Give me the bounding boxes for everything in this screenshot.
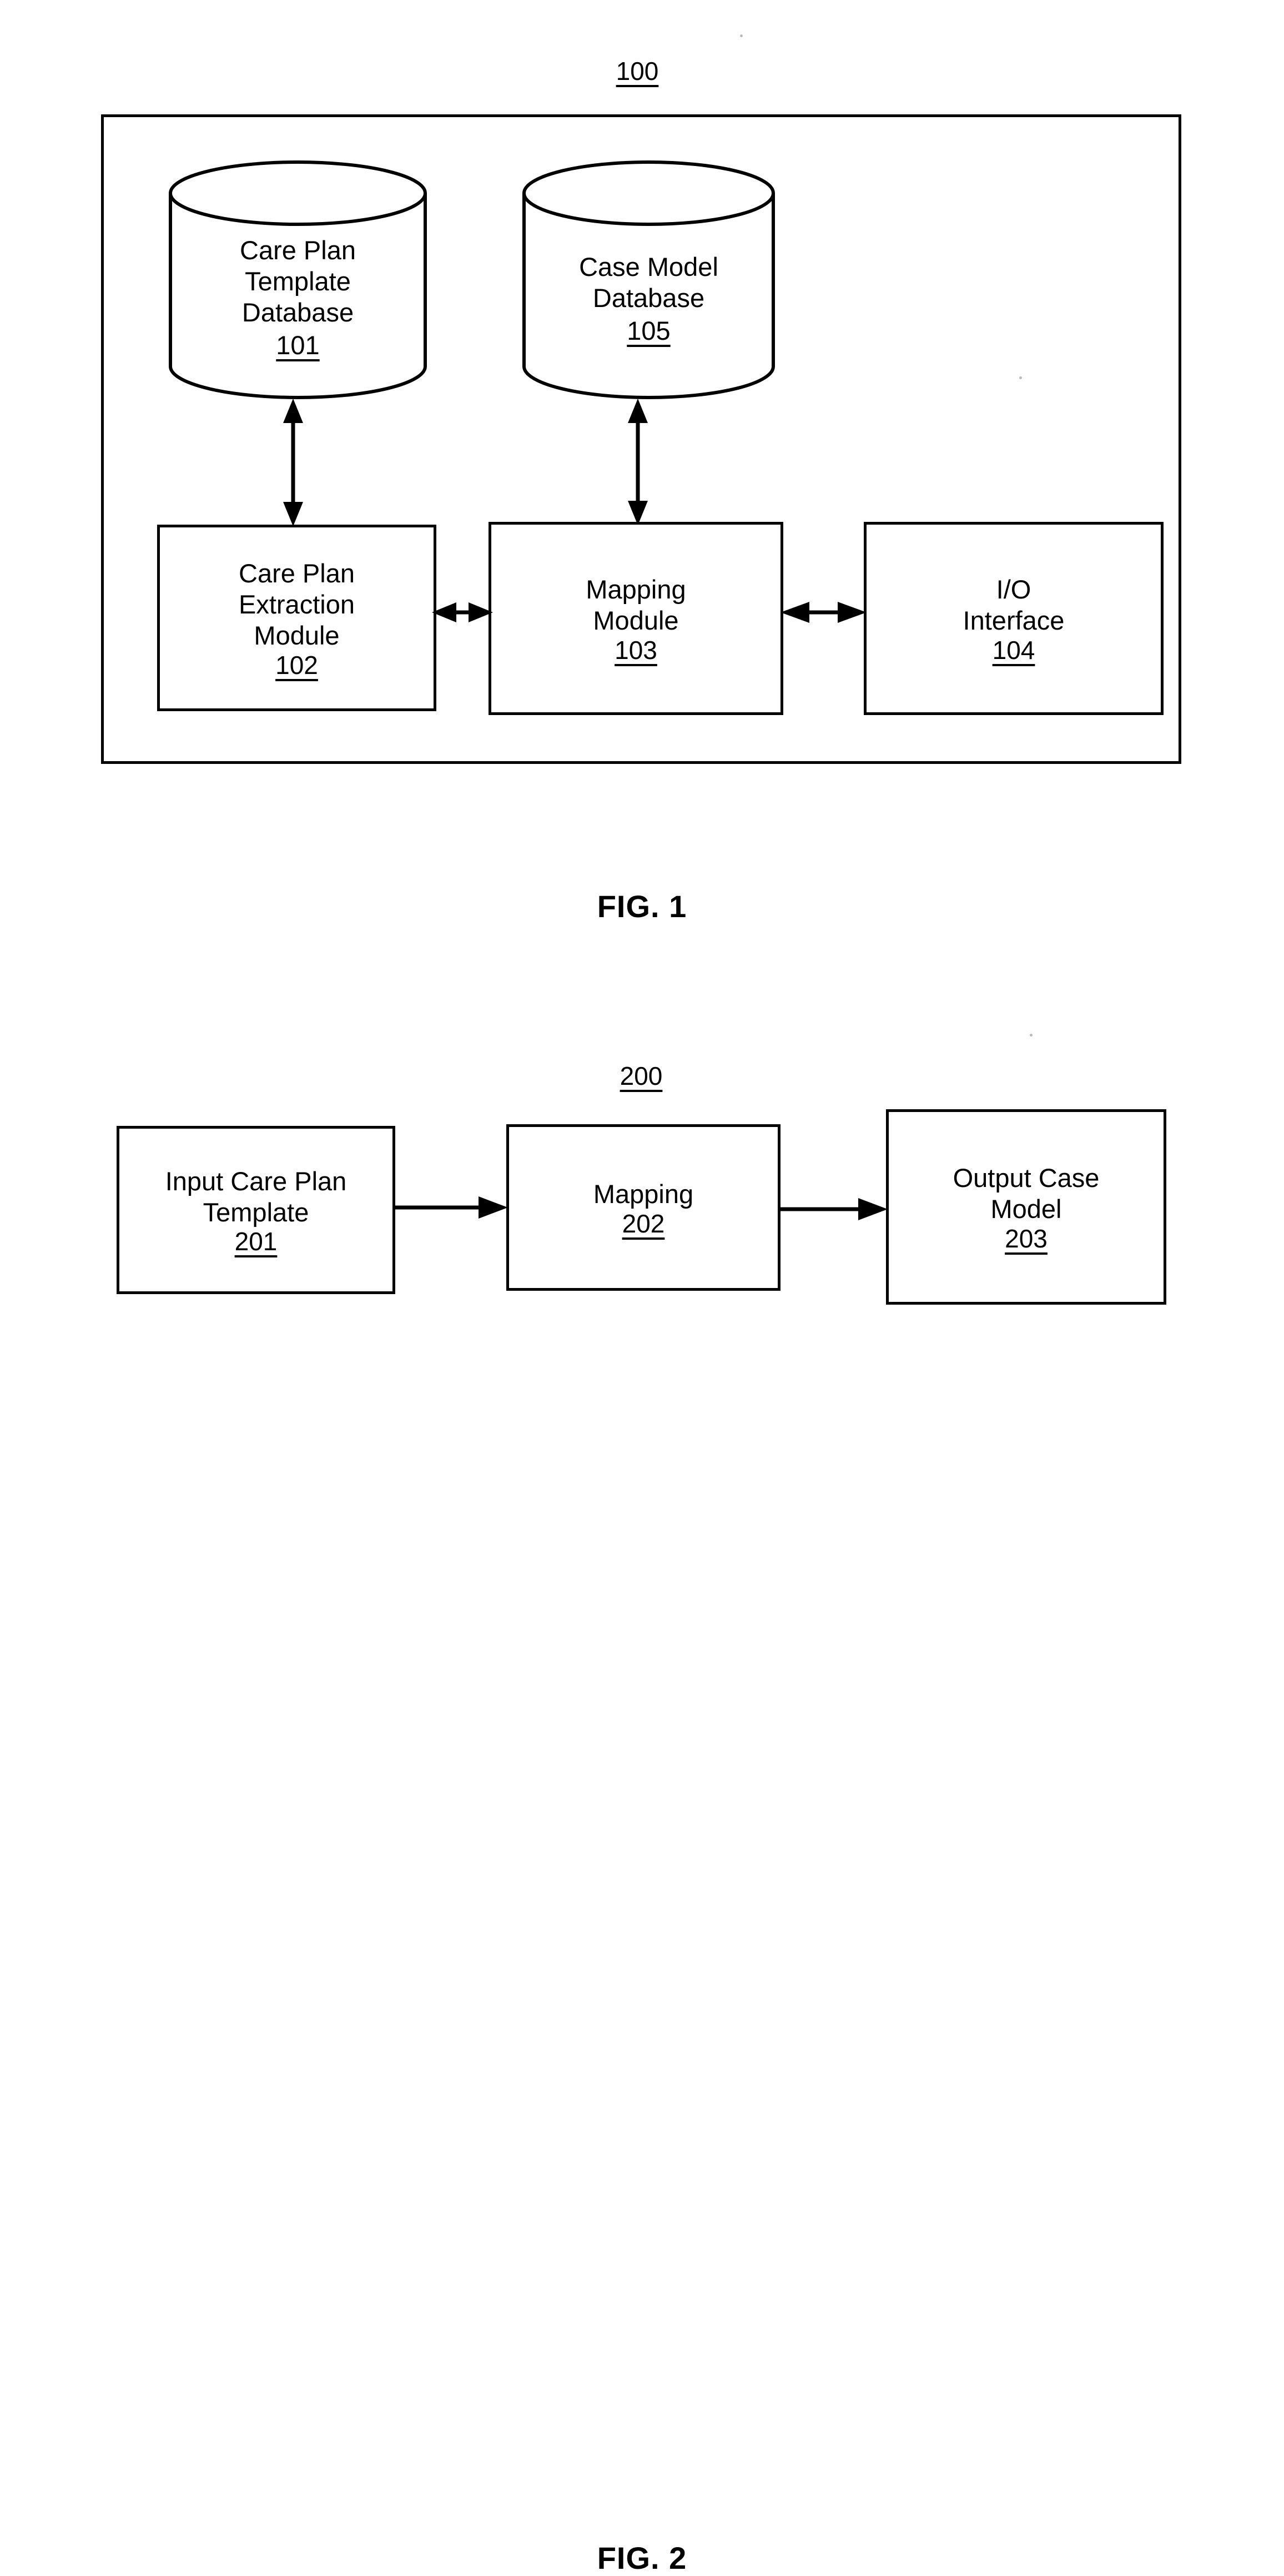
arrow-node202-to-node203 [779,1198,888,1220]
scan-speck [1030,1034,1033,1037]
figure-1-caption: FIG. 1 [597,889,687,924]
node-reference-numeral: 201 [234,1227,278,1256]
figure-2: 200 Input Care Plan Template 201 Mapping… [0,1033,1284,2575]
patent-drawing-sheet: 100 Care Plan Template Database 101 Case… [0,0,1284,2575]
module-label: I/O Interface [963,575,1065,635]
mapping-module: Mapping Module 103 [489,522,783,715]
output-case-model-box: Output Case Model 203 [886,1109,1166,1305]
database-reference-numeral: 101 [276,330,320,360]
care-plan-template-database: Care Plan Template Database 101 [168,160,427,400]
system-reference-numeral: 100 [616,57,659,85]
io-interface-box: I/O Interface 104 [864,522,1164,715]
module-reference-numeral: 103 [615,635,657,665]
module-label: Mapping Module [586,575,686,635]
care-plan-extraction-module: Care Plan Extraction Module 102 [157,525,436,711]
arrow-db101-to-module102 [283,399,303,526]
module-reference-numeral: 104 [992,635,1035,665]
scan-speck [1019,376,1022,379]
module-label: Care Plan Extraction Module [239,559,355,650]
module-reference-numeral: 102 [275,650,318,680]
node-label: Mapping [593,1179,694,1209]
node-reference-numeral: 202 [622,1209,665,1238]
case-model-database: Case Model Database 105 [522,160,776,400]
input-care-plan-template-box: Input Care Plan Template 201 [117,1126,395,1294]
node-reference-numeral: 203 [1005,1224,1048,1253]
scan-speck [740,34,743,37]
figure-1: 100 Care Plan Template Database 101 Case… [0,0,1284,977]
flow-reference-numeral: 200 [620,1061,663,1090]
database-label: Case Model Database [579,252,718,313]
node-label: Output Case Model [953,1163,1100,1224]
database-reference-numeral: 105 [627,316,671,345]
arrow-node201-to-node202 [394,1196,508,1219]
node-label: Input Care Plan Template [165,1166,347,1227]
database-label: Care Plan Template Database [240,235,356,327]
mapping-step-box: Mapping 202 [506,1124,781,1291]
figure-2-caption: FIG. 2 [597,2540,687,2575]
arrow-module103-to-interface104 [781,602,867,623]
arrow-module102-to-module103 [432,602,493,622]
arrow-db105-to-module103 [628,399,648,525]
